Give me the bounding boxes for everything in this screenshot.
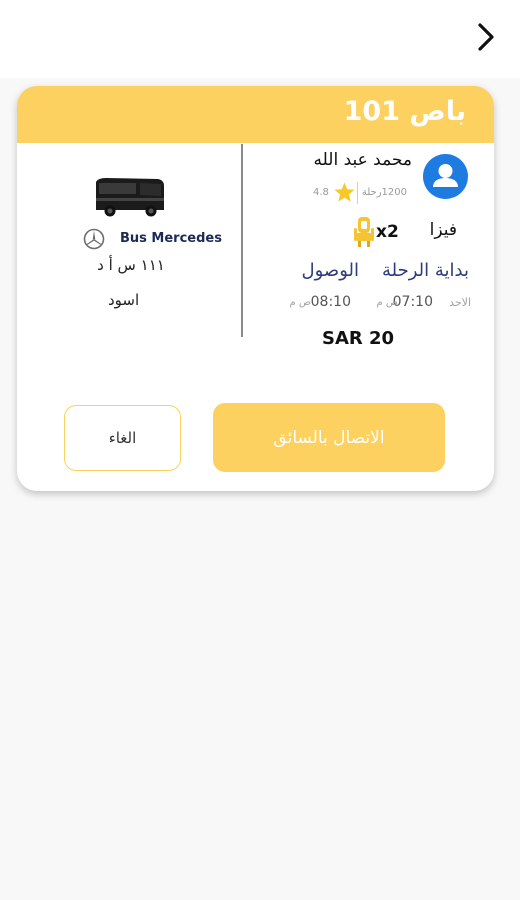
trip-start-label: بداية الرحلة	[382, 260, 469, 281]
seat-icon	[354, 217, 374, 247]
contact-driver-label: الاتصال بالسائق	[273, 427, 385, 448]
start-day: الاحد	[449, 296, 471, 309]
back-button[interactable]	[472, 20, 500, 54]
rating-separator	[357, 182, 358, 204]
top-bar	[0, 0, 520, 78]
star-icon	[334, 182, 355, 202]
start-time: 07:10	[392, 294, 433, 310]
driver-rating: 4.8	[313, 187, 329, 198]
bus-image	[96, 178, 164, 217]
trips-count: 1200رحلة	[361, 187, 407, 198]
arrival-ampm: ص م	[289, 297, 311, 308]
arrival-time: 08:10	[310, 294, 351, 310]
cancel-label: الغاء	[108, 429, 137, 447]
cancel-button[interactable]: الغاء	[64, 405, 181, 471]
driver-avatar[interactable]	[423, 154, 468, 199]
chevron-right-icon	[478, 23, 494, 51]
mercedes-logo-icon	[83, 228, 105, 250]
person-icon	[433, 164, 458, 187]
start-ampm: ص م	[376, 297, 398, 308]
arrival-label: الوصول	[301, 260, 359, 281]
seats-count: x2	[376, 222, 399, 242]
column-divider	[241, 144, 243, 337]
bus-model: Bus Mercedes	[120, 231, 222, 246]
bus-title: باص 101	[343, 96, 466, 127]
trip-card: باص 101 محمد عبد الله 1200رحلة 4.8 فيزا …	[17, 86, 494, 491]
contact-driver-button[interactable]: الاتصال بالسائق	[213, 403, 445, 472]
payment-method: فيزا	[429, 220, 457, 240]
card-header: باص 101	[17, 86, 494, 143]
bus-color: اسود	[108, 291, 140, 309]
driver-name: محمد عبد الله	[313, 150, 412, 170]
plate-number: ١١١ س أ د	[97, 256, 165, 274]
trip-price: SAR 20	[322, 328, 395, 349]
